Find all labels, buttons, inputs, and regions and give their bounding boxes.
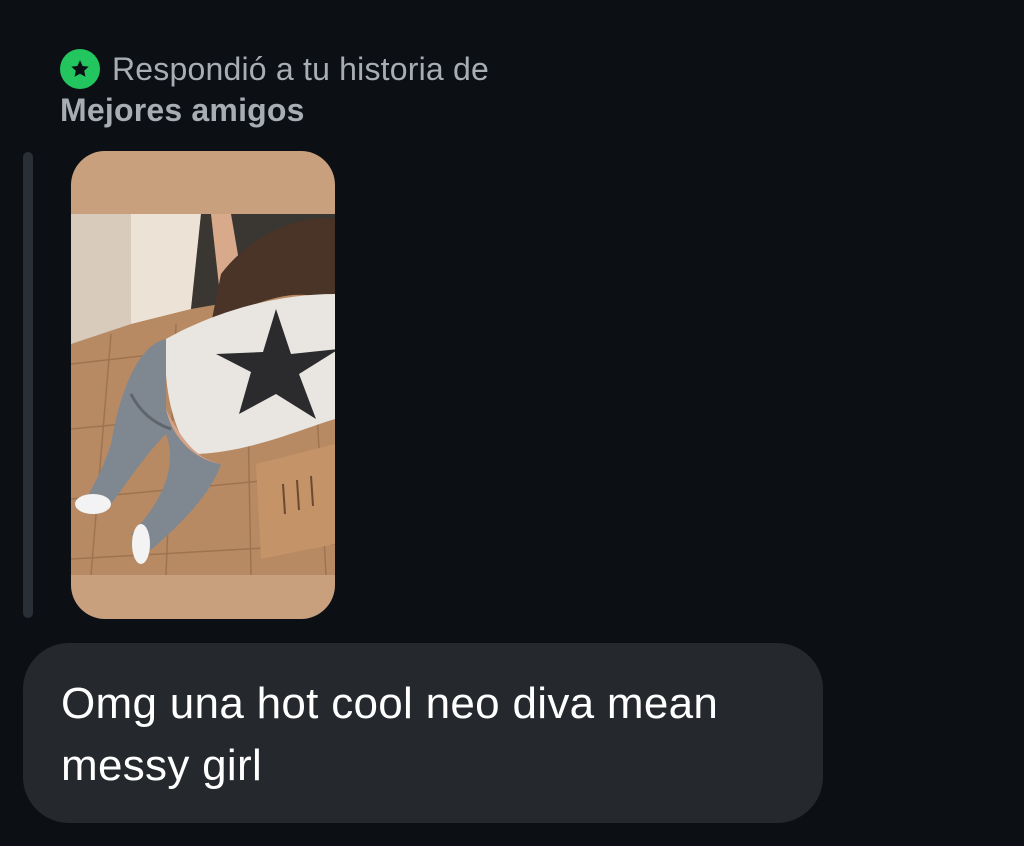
story-reply-label: Respondió a tu historia de bbox=[112, 50, 489, 87]
message-text: Omg una hot cool neo diva mean messy gir… bbox=[61, 679, 719, 790]
story-reply-line: Respondió a tu historia de bbox=[60, 48, 660, 90]
message-bubble[interactable]: Omg una hot cool neo diva mean messy gir… bbox=[23, 643, 823, 823]
story-thumbnail[interactable] bbox=[71, 151, 335, 619]
story-reply-header: Respondió a tu historia de Mejores amigo… bbox=[60, 48, 660, 129]
close-friends-star-icon bbox=[60, 49, 100, 89]
story-photo bbox=[71, 214, 335, 575]
dm-thread: Respondió a tu historia de Mejores amigo… bbox=[0, 0, 1024, 846]
close-friends-label: Mejores amigos bbox=[60, 92, 305, 128]
reply-quote-bar bbox=[23, 152, 33, 618]
